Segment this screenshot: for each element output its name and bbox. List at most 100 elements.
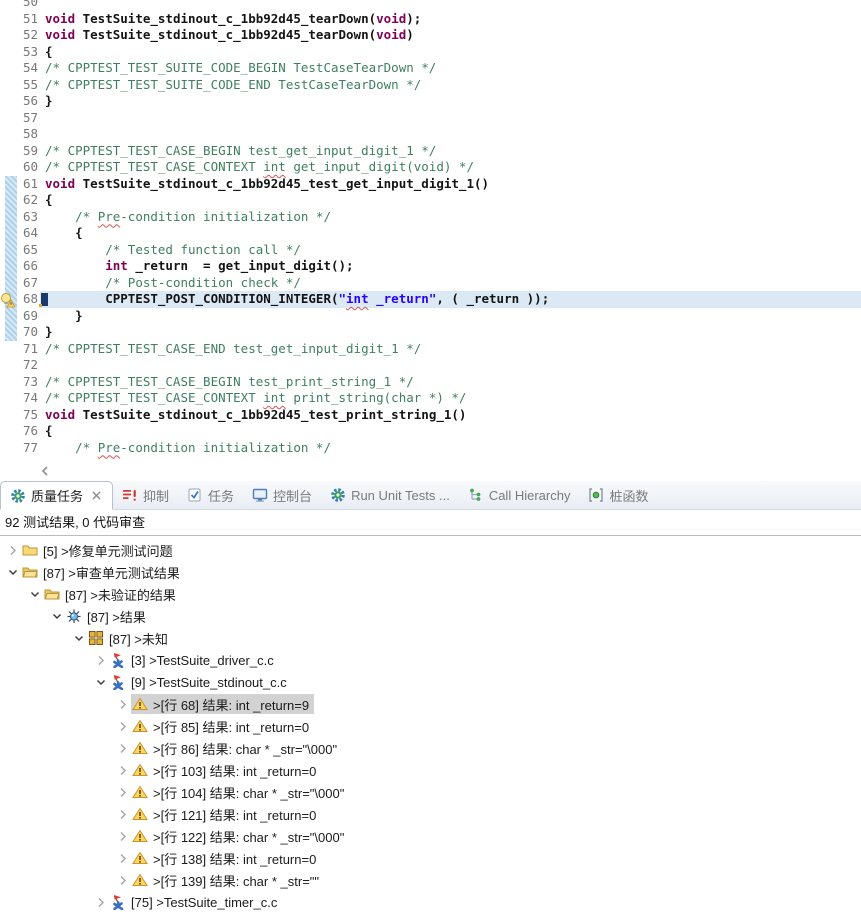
- tree-item[interactable]: [87] >未验证的结果: [43, 584, 181, 604]
- code-line-74[interactable]: 74/* CPPTEST_TEST_CASE_CONTEXT int print…: [0, 390, 861, 407]
- tree-row[interactable]: [87] >审查单元测试结果: [0, 561, 861, 583]
- code-line-66[interactable]: 66 int _return = get_input_digit();: [0, 258, 861, 275]
- warning-lightbulb-icon[interactable]: [0, 292, 16, 308]
- expand-chevron-icon[interactable]: [114, 850, 131, 866]
- code-line-64[interactable]: 64 {: [0, 225, 861, 242]
- line-number[interactable]: 72: [0, 357, 38, 374]
- line-number[interactable]: 54: [0, 60, 38, 77]
- collapse-chevron-icon[interactable]: [92, 674, 109, 690]
- tree-row[interactable]: [5] >修复单元测试问题: [0, 539, 861, 561]
- code-line-55[interactable]: 55/* CPPTEST_TEST_SUITE_CODE_END TestCas…: [0, 77, 861, 94]
- expand-chevron-icon[interactable]: [114, 872, 131, 888]
- tree-row[interactable]: [9] >TestSuite_stdinout_c.c: [0, 671, 861, 693]
- tree-item[interactable]: [9] >TestSuite_stdinout_c.c: [109, 672, 292, 692]
- code-line-65[interactable]: 65 /* Tested function call */: [0, 242, 861, 259]
- tree-item[interactable]: >[行 86] 结果: char * _str="\000": [131, 738, 342, 758]
- code-line-70[interactable]: 70}: [0, 324, 861, 341]
- line-number[interactable]: 53: [0, 44, 38, 61]
- collapse-chevron-icon[interactable]: [26, 586, 43, 602]
- line-number[interactable]: 77: [0, 440, 38, 457]
- tree-item[interactable]: [87] >结果: [65, 606, 151, 626]
- tree-row[interactable]: >[行 121] 结果: int _return=0: [0, 803, 861, 825]
- tab-call-hierarchy[interactable]: Call Hierarchy: [459, 481, 580, 509]
- tab-console[interactable]: 控制台: [243, 481, 321, 509]
- tree-row[interactable]: >[行 139] 结果: char * _str="": [0, 869, 861, 891]
- tab-quality-tasks[interactable]: 质量任务: [0, 481, 113, 510]
- collapse-chevron-icon[interactable]: [4, 564, 21, 580]
- tree-row[interactable]: >[行 138] 结果: int _return=0: [0, 847, 861, 869]
- expand-chevron-icon[interactable]: [114, 696, 131, 712]
- tab-tasks[interactable]: 任务: [178, 481, 243, 509]
- tree-item[interactable]: >[行 122] 结果: char * _str="\000": [131, 826, 349, 846]
- tab-stubs[interactable]: 桩函数: [579, 481, 657, 509]
- code-line-59[interactable]: 59/* CPPTEST_TEST_CASE_BEGIN test_get_in…: [0, 143, 861, 160]
- tree-item[interactable]: >[行 138] 结果: int _return=0: [131, 848, 321, 868]
- tree-row[interactable]: [87] >未知: [0, 627, 861, 649]
- tree-row[interactable]: [3] >TestSuite_driver_c.c: [0, 649, 861, 671]
- tree-row[interactable]: >[行 122] 结果: char * _str="\000": [0, 825, 861, 847]
- expand-chevron-icon[interactable]: [114, 718, 131, 734]
- expand-chevron-icon[interactable]: [114, 806, 131, 822]
- tree-item[interactable]: [87] >审查单元测试结果: [21, 562, 185, 582]
- code-line-58[interactable]: 58: [0, 126, 861, 143]
- code-line-62[interactable]: 62{: [0, 192, 861, 209]
- code-line-52[interactable]: 52void TestSuite_stdinout_c_1bb92d45_tea…: [0, 27, 861, 44]
- scroll-left-arrow-icon[interactable]: [38, 464, 52, 478]
- tree-row[interactable]: >[行 86] 结果: char * _str="\000": [0, 737, 861, 759]
- tree-item[interactable]: >[行 104] 结果: char * _str="\000": [131, 782, 349, 802]
- line-number[interactable]: 74: [0, 390, 38, 407]
- editor-horizontal-scrollbar[interactable]: [0, 463, 861, 481]
- code-line-61[interactable]: 61void TestSuite_stdinout_c_1bb92d45_tes…: [0, 176, 861, 193]
- tree-row[interactable]: >[行 104] 结果: char * _str="\000": [0, 781, 861, 803]
- expand-chevron-icon[interactable]: [114, 740, 131, 756]
- collapse-chevron-icon[interactable]: [70, 630, 87, 646]
- code-line-75[interactable]: 75void TestSuite_stdinout_c_1bb92d45_tes…: [0, 407, 861, 424]
- code-line-50[interactable]: 50: [0, 0, 861, 11]
- line-number[interactable]: 58: [0, 126, 38, 143]
- tree-row[interactable]: [87] >未验证的结果: [0, 583, 861, 605]
- tab-suppressions[interactable]: 抑制: [113, 481, 178, 509]
- code-line-77[interactable]: 77 /* Pre-condition initialization */: [0, 440, 861, 457]
- line-number[interactable]: 71: [0, 341, 38, 358]
- code-editor[interactable]: 5051void TestSuite_stdinout_c_1bb92d45_t…: [0, 0, 861, 463]
- code-line-63[interactable]: 63 /* Pre-condition initialization */: [0, 209, 861, 226]
- code-line-56[interactable]: 56}: [0, 93, 861, 110]
- line-number[interactable]: 52: [0, 27, 38, 44]
- code-line-69[interactable]: 69 }: [0, 308, 861, 325]
- code-line-51[interactable]: 51void TestSuite_stdinout_c_1bb92d45_tea…: [0, 11, 861, 28]
- tree-item[interactable]: >[行 103] 结果: int _return=0: [131, 760, 321, 780]
- code-line-71[interactable]: 71/* CPPTEST_TEST_CASE_END test_get_inpu…: [0, 341, 861, 358]
- line-number[interactable]: 57: [0, 110, 38, 127]
- code-line-57[interactable]: 57: [0, 110, 861, 127]
- close-icon[interactable]: [90, 489, 103, 502]
- line-number[interactable]: 75: [0, 407, 38, 424]
- expand-chevron-icon[interactable]: [114, 828, 131, 844]
- tree-item[interactable]: [75] >TestSuite_timer_c.c: [109, 892, 282, 912]
- expand-chevron-icon[interactable]: [92, 652, 109, 668]
- collapse-chevron-icon[interactable]: [48, 608, 65, 624]
- line-number[interactable]: 76: [0, 423, 38, 440]
- tree-item[interactable]: [3] >TestSuite_driver_c.c: [109, 650, 279, 670]
- tree-row[interactable]: [87] >结果: [0, 605, 861, 627]
- tree-row[interactable]: >[行 85] 结果: int _return=0: [0, 715, 861, 737]
- tree-item[interactable]: >[行 85] 结果: int _return=0: [131, 716, 314, 736]
- line-number[interactable]: 73: [0, 374, 38, 391]
- expand-chevron-icon[interactable]: [114, 784, 131, 800]
- tree-item[interactable]: >[行 121] 结果: int _return=0: [131, 804, 321, 824]
- line-number[interactable]: 50: [0, 0, 38, 11]
- tree-row[interactable]: >[行 103] 结果: int _return=0: [0, 759, 861, 781]
- code-line-67[interactable]: 67 /* Post-condition check */: [0, 275, 861, 292]
- code-line-76[interactable]: 76{: [0, 423, 861, 440]
- code-line-54[interactable]: 54/* CPPTEST_TEST_SUITE_CODE_BEGIN TestC…: [0, 60, 861, 77]
- line-number[interactable]: 60: [0, 159, 38, 176]
- expand-chevron-icon[interactable]: [4, 542, 21, 558]
- tree-item[interactable]: [5] >修复单元测试问题: [21, 540, 178, 560]
- tab-run-unit-tests[interactable]: Run Unit Tests ...: [321, 481, 459, 509]
- code-line-73[interactable]: 73/* CPPTEST_TEST_CASE_BEGIN test_print_…: [0, 374, 861, 391]
- line-number[interactable]: 55: [0, 77, 38, 94]
- code-line-72[interactable]: 72: [0, 357, 861, 374]
- tree-item[interactable]: >[行 139] 结果: char * _str="": [131, 870, 324, 890]
- code-line-60[interactable]: 60/* CPPTEST_TEST_CASE_CONTEXT int get_i…: [0, 159, 861, 176]
- expand-chevron-icon[interactable]: [114, 762, 131, 778]
- code-line-53[interactable]: 53{: [0, 44, 861, 61]
